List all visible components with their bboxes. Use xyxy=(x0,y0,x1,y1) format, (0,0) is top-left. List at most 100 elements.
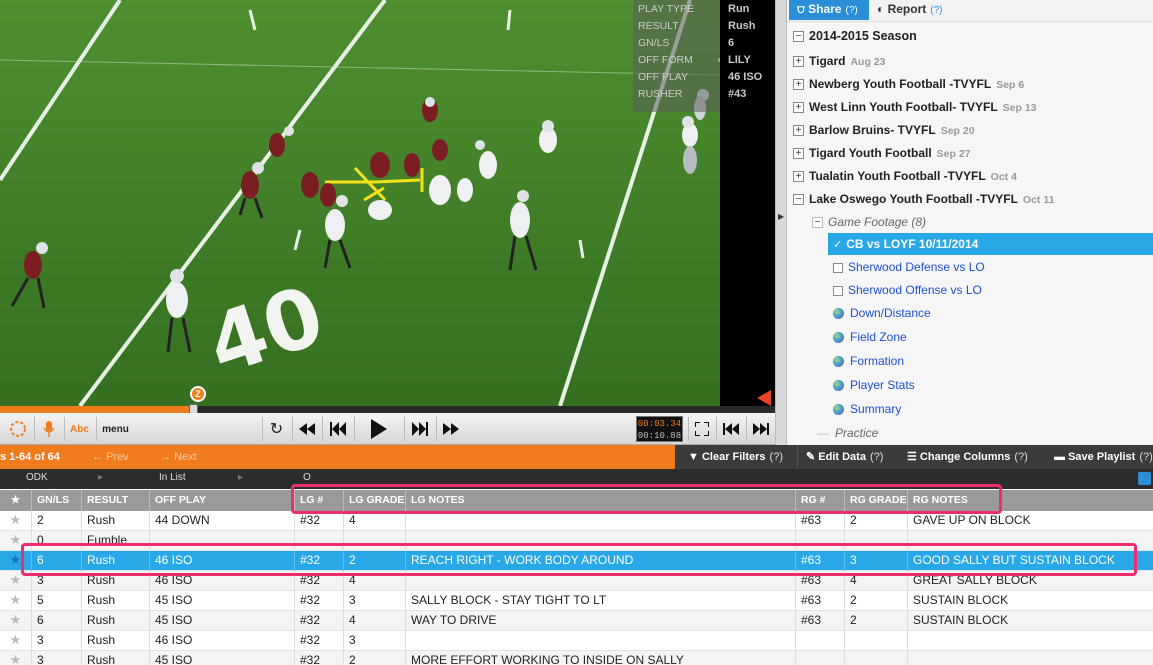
previous-clip-icon[interactable] xyxy=(716,417,744,441)
share-button[interactable]: ⩌ Share (?) xyxy=(789,0,869,20)
expand-icon[interactable]: + xyxy=(793,148,804,160)
game-node-expanded[interactable]: − Lake Oswego Youth Football -TVYFL Oct 11 xyxy=(793,188,1054,210)
clip-item[interactable]: Sherwood Offense vs LO xyxy=(833,279,982,301)
expand-icon[interactable]: + xyxy=(793,79,804,91)
report-help[interactable]: (?) xyxy=(930,5,942,16)
table-cell[interactable] xyxy=(845,651,908,665)
expand-icon[interactable]: + xyxy=(793,125,804,137)
next-button[interactable]: → Next xyxy=(160,445,197,469)
game-node[interactable]: + Tualatin Youth Football -TVYFL Oct 4 xyxy=(793,165,1017,187)
table-cell[interactable]: WAY TO DRIVE xyxy=(406,611,796,631)
table-cell[interactable]: Rush xyxy=(82,511,150,531)
table-row[interactable]: ★ 6 Rush 45 ISO #32 4 WAY TO DRIVE #63 2 SUSTAIN … xyxy=(0,611,1153,631)
table-cell[interactable]: MORE EFFORT WORKING TO INSIDE ON SALLY xyxy=(406,651,796,665)
table-cell[interactable] xyxy=(796,631,845,651)
microphone-icon[interactable] xyxy=(34,417,62,441)
video-scrubber[interactable] xyxy=(0,404,775,415)
filter-arrow-icon[interactable]: ▸ xyxy=(98,469,103,489)
text-annotation-button[interactable]: Abc xyxy=(64,417,94,441)
table-cell[interactable]: SUSTAIN BLOCK xyxy=(908,611,1153,631)
replay-icon[interactable]: ↻ xyxy=(262,417,290,441)
table-cell[interactable]: Rush xyxy=(82,651,150,665)
star-icon[interactable]: ★ xyxy=(0,511,32,531)
table-cell[interactable]: Rush xyxy=(82,631,150,651)
table-cell[interactable] xyxy=(908,631,1153,651)
table-cell[interactable]: 2 xyxy=(845,591,908,611)
clear-filters-help[interactable]: (?) xyxy=(770,451,783,463)
table-cell[interactable]: 2 xyxy=(845,611,908,631)
change-columns-button[interactable]: ☰ Change Columns (?) xyxy=(907,445,1028,469)
report-item[interactable]: Down/Distance xyxy=(833,302,931,324)
column-header[interactable]: OFF PLAY xyxy=(150,490,295,511)
table-cell[interactable]: #63 xyxy=(796,611,845,631)
table-cell[interactable]: #63 xyxy=(796,591,845,611)
table-cell[interactable] xyxy=(908,651,1153,665)
game-node[interactable]: + West Linn Youth Football- TVYFL Sep 13 xyxy=(793,96,1037,118)
table-cell[interactable] xyxy=(796,651,845,665)
collapse-arrow-icon[interactable]: ▶ xyxy=(778,212,784,221)
save-playlist-help[interactable]: (?) xyxy=(1139,451,1152,463)
loop-icon[interactable] xyxy=(6,417,30,441)
collapse-icon[interactable]: − xyxy=(793,31,804,43)
filter-in-list[interactable]: In List xyxy=(159,469,186,489)
step-forward-icon[interactable] xyxy=(404,417,434,441)
table-cell[interactable]: 2 xyxy=(344,651,406,665)
next-clip-icon[interactable] xyxy=(746,417,774,441)
report-button[interactable]: ◐ Report (?) xyxy=(877,0,943,20)
filter-odk[interactable]: ODK xyxy=(26,469,48,489)
table-cell[interactable]: Rush xyxy=(82,591,150,611)
table-cell[interactable]: 3 xyxy=(32,651,82,665)
table-cell[interactable]: SALLY BLOCK - STAY TIGHT TO LT xyxy=(406,591,796,611)
expand-icon[interactable]: + xyxy=(793,102,804,114)
table-cell[interactable]: 2 xyxy=(845,511,908,531)
table-cell[interactable]: 4 xyxy=(344,611,406,631)
footage-folder[interactable]: − Game Footage (8) xyxy=(812,211,926,233)
change-columns-help[interactable]: (?) xyxy=(1014,451,1027,463)
column-header[interactable]: GN/LS xyxy=(32,490,82,511)
table-cell[interactable]: #32 xyxy=(295,651,344,665)
expand-icon[interactable]: + xyxy=(793,56,804,68)
table-cell[interactable] xyxy=(845,631,908,651)
star-icon[interactable]: ★ xyxy=(0,651,32,665)
clip-checkbox[interactable] xyxy=(833,262,843,273)
expand-icon[interactable]: + xyxy=(793,171,804,183)
video-player[interactable]: 40 PLAY TYPE RESULT GN/LS OFF FORM OFF P… xyxy=(0,0,720,406)
season-node[interactable]: −2014-2015 Season xyxy=(793,25,917,47)
game-node[interactable]: + Barlow Bruins- TVYFL Sep 20 xyxy=(793,119,975,141)
table-cell[interactable] xyxy=(406,511,796,531)
prev-button[interactable]: ← Prev xyxy=(92,445,129,469)
game-node[interactable]: + Newberg Youth Football -TVYFL Sep 6 xyxy=(793,73,1024,95)
table-cell[interactable]: #32 xyxy=(295,611,344,631)
clear-filters-button[interactable]: ▼ Clear Filters (?) xyxy=(688,445,783,469)
clip-marker[interactable]: Z xyxy=(190,386,206,402)
table-cell[interactable]: 3 xyxy=(32,631,82,651)
clip-item[interactable]: Sherwood Defense vs LO xyxy=(833,256,985,278)
fullscreen-icon[interactable] xyxy=(688,417,714,441)
table-cell[interactable]: 5 xyxy=(32,591,82,611)
play-icon[interactable] xyxy=(354,417,402,441)
table-cell[interactable]: Rush xyxy=(82,611,150,631)
table-cell[interactable]: #63 xyxy=(796,511,845,531)
star-icon[interactable]: ★ xyxy=(0,591,32,611)
clip-item-selected[interactable]: ✓ CB vs LOYF 10/11/2014 xyxy=(828,233,1153,255)
table-row[interactable]: ★ 3 Rush 46 ISO #32 3 xyxy=(0,631,1153,651)
filter-arrow-icon[interactable]: ▸ xyxy=(238,469,243,489)
table-cell[interactable]: 45 ISO xyxy=(150,591,295,611)
edit-data-button[interactable]: ✎ Edit Data (?) xyxy=(806,445,883,469)
end-flag-icon[interactable] xyxy=(757,390,771,406)
step-back-icon[interactable] xyxy=(322,417,352,441)
table-cell[interactable]: 44 DOWN xyxy=(150,511,295,531)
save-playlist-button[interactable]: ▬ Save Playlist (?) xyxy=(1054,445,1153,469)
table-cell[interactable] xyxy=(406,631,796,651)
practice-folder[interactable]: — Practice xyxy=(817,422,878,444)
table-cell[interactable]: 3 xyxy=(344,591,406,611)
table-cell[interactable]: #32 xyxy=(295,511,344,531)
table-cell[interactable]: 6 xyxy=(32,611,82,631)
star-icon[interactable]: ★ xyxy=(0,631,32,651)
table-cell[interactable]: SUSTAIN BLOCK xyxy=(908,591,1153,611)
table-cell[interactable]: GAVE UP ON BLOCK xyxy=(908,511,1153,531)
edit-data-help[interactable]: (?) xyxy=(870,451,883,463)
table-cell[interactable]: 4 xyxy=(344,511,406,531)
save-icon[interactable] xyxy=(1138,472,1151,485)
report-item[interactable]: Field Zone xyxy=(833,326,907,348)
